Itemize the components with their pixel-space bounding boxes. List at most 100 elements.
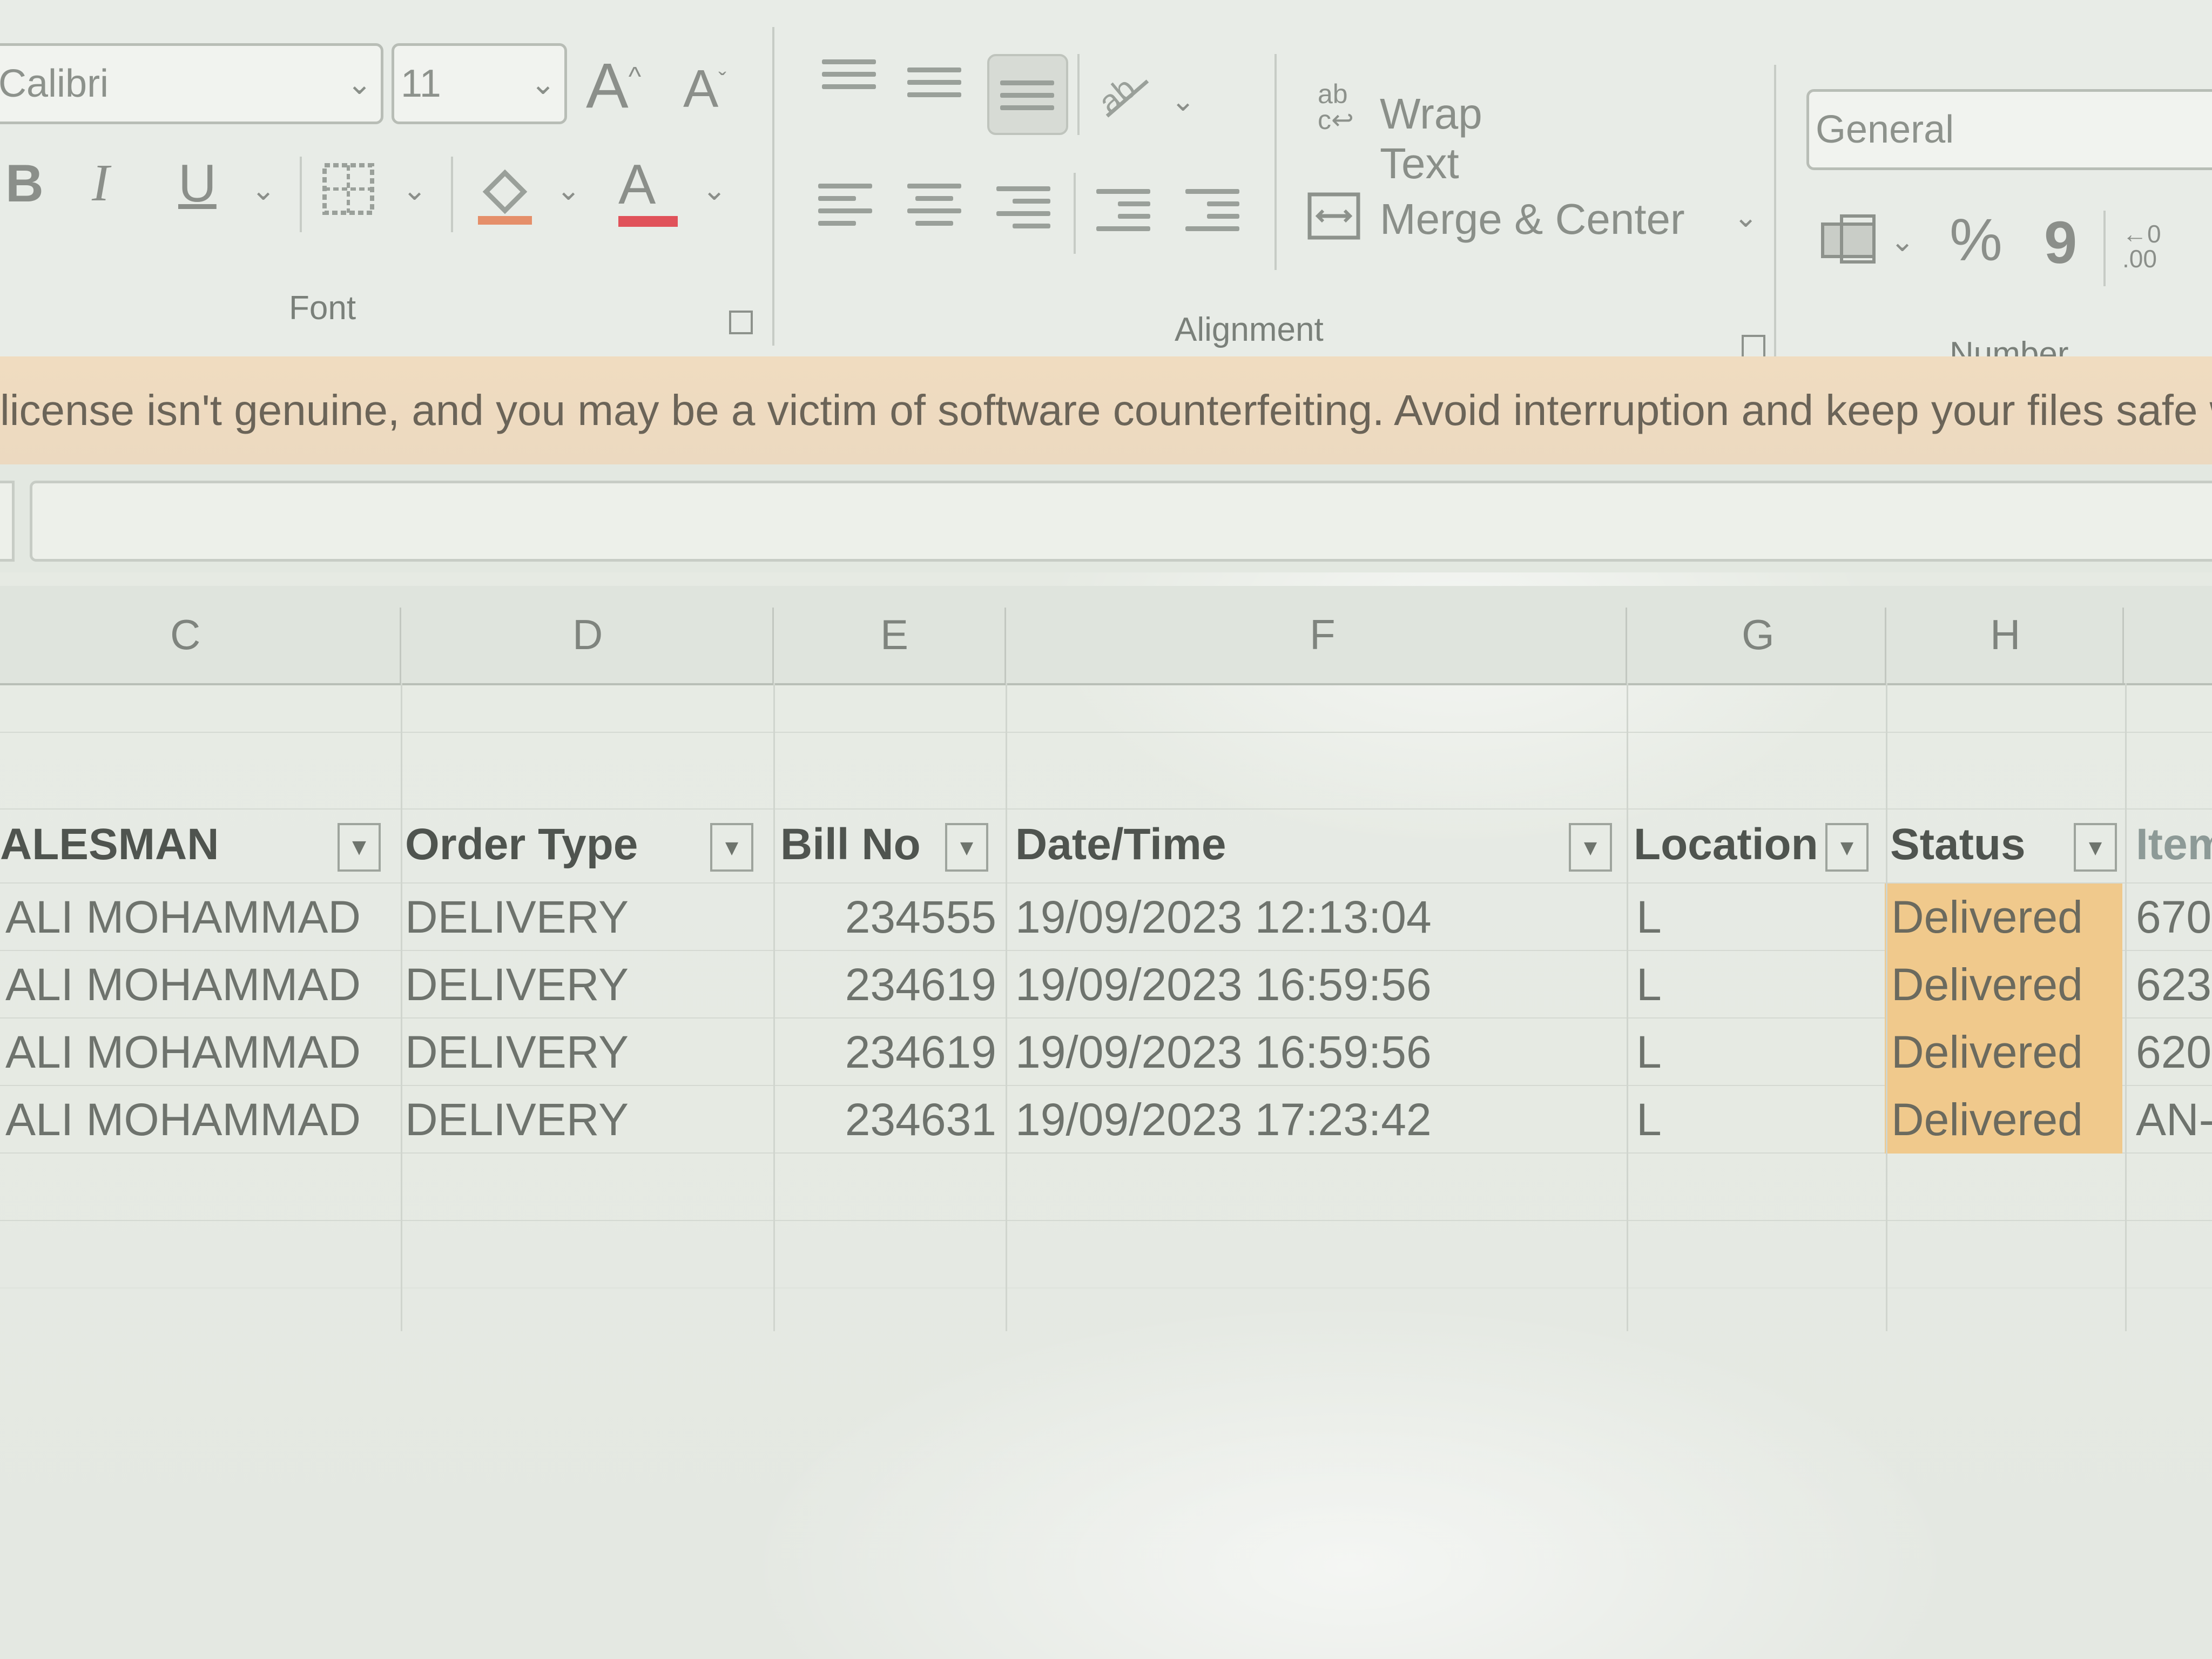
empty-row[interactable] [0,683,2212,733]
cell-bill-no[interactable]: 234631 [780,1086,996,1154]
cell-status[interactable]: Delivered [1885,1086,2122,1154]
chevron-down-icon[interactable]: ⌄ [251,173,275,207]
cell-order-type[interactable]: DELIVERY [405,884,772,951]
align-right-icon[interactable] [996,186,1050,230]
filter-dropdown-icon[interactable]: ▾ [2074,823,2117,872]
cell-bill-no[interactable]: 234555 [780,884,996,951]
filter-active-icon[interactable]: ▼ [338,823,381,872]
empty-row[interactable] [0,1221,2212,1289]
filter-dropdown-icon[interactable]: ▾ [1825,823,1869,872]
cell-location[interactable]: L [1636,1019,1890,1086]
column-header-f[interactable]: F [1310,586,1336,683]
cell-status[interactable]: Delivered [1885,951,2122,1019]
header-status-label: Status [1890,820,2026,869]
merge-center-button[interactable]: Merge & Center ⌄ [1307,184,1766,254]
cell-location[interactable]: L [1636,951,1890,1019]
increase-indent-icon[interactable] [1185,189,1239,232]
bottom-align-icon [1000,80,1054,124]
align-center-icon[interactable] [907,184,961,227]
column-header-h[interactable]: H [1990,586,2020,683]
header-order-type[interactable]: Order Type ▾ [405,810,772,880]
fill-color-button[interactable] [475,162,535,237]
chevron-down-icon[interactable]: ⌄ [1734,200,1758,234]
cell-bill-no[interactable]: 234619 [780,1019,996,1086]
cell-status[interactable]: Delivered [1885,1019,2122,1086]
cell-bill-no[interactable]: 234619 [780,951,996,1019]
cell-salesman[interactable]: ALI MOHAMMAD [5,884,405,951]
cell-order-type[interactable]: DELIVERY [405,1019,772,1086]
cell-item[interactable]: 620 [2136,1019,2212,1086]
cell-date-time[interactable]: 19/09/2023 16:59:56 [1015,1019,1623,1086]
empty-row[interactable] [0,733,2212,810]
align-left-icon[interactable] [818,184,872,227]
header-status[interactable]: Status ▾ [1890,810,2125,880]
filter-dropdown-icon[interactable]: ▾ [945,823,988,872]
column-header-e[interactable]: E [880,586,908,683]
cell-location[interactable]: L [1636,884,1890,951]
cell-item[interactable]: 623 [2136,951,2212,1019]
cell-date-time[interactable]: 19/09/2023 17:23:42 [1015,1086,1623,1154]
cell-order-type[interactable]: DELIVERY [405,1086,772,1154]
cell-item[interactable]: 670 [2136,884,2212,951]
cell-location[interactable]: L [1636,1086,1890,1154]
chevron-down-icon[interactable]: ⌄ [556,173,581,207]
empty-row[interactable] [0,1154,2212,1221]
dialog-launcher-icon[interactable] [1742,335,1765,359]
cell-status[interactable]: Delivered [1885,884,2122,951]
number-format-combo[interactable]: General [1806,89,2212,170]
name-box[interactable] [0,481,15,562]
header-bill-no[interactable]: Bill No ▾ [780,810,1004,880]
comma-style-button[interactable]: 9 [2044,213,2077,273]
cell-date-time[interactable]: 19/09/2023 16:59:56 [1015,951,1623,1019]
column-header-g[interactable]: G [1742,586,1775,683]
table-row[interactable]: ALI MOHAMMAD DELIVERY 234631 19/09/2023 … [0,1086,2212,1154]
cell-salesman[interactable]: ALI MOHAMMAD [5,1019,405,1086]
license-warning-bar: license isn't genuine, and you may be a … [0,356,2212,464]
column-header-bar: C D E F G H [0,586,2212,685]
filter-dropdown-icon[interactable]: ▾ [710,823,753,872]
borders-icon [322,163,374,215]
table-row[interactable]: ALI MOHAMMAD DELIVERY 234555 19/09/2023 … [0,884,2212,951]
accounting-format-button[interactable] [1820,213,1879,277]
column-header-d[interactable]: D [572,586,603,683]
top-align-icon[interactable] [822,59,876,103]
header-item[interactable]: Item [2136,810,2212,880]
cell-order-type[interactable]: DELIVERY [405,951,772,1019]
font-color-button[interactable]: A [618,157,678,227]
font-name-combo[interactable]: Calibri ⌄ [0,43,383,124]
table-row[interactable]: ALI MOHAMMAD DELIVERY 234619 19/09/2023 … [0,1019,2212,1086]
divider [1077,54,1080,135]
bold-button[interactable]: B [5,157,44,210]
alignment-group-label: Alignment [1175,311,1324,348]
orientation-button[interactable]: ab [1091,65,1156,133]
chevron-down-icon[interactable]: ⌄ [702,173,726,207]
header-salesman[interactable]: ALESMAN ▼ [0,810,400,880]
bottom-align-button[interactable] [987,54,1068,135]
chevron-down-icon[interactable]: ⌄ [1890,224,1914,258]
chevron-down-icon[interactable]: ⌄ [1171,84,1195,118]
underline-button[interactable]: U [178,157,217,210]
italic-button[interactable]: I [92,157,110,210]
percent-style-button[interactable]: % [1950,211,2002,270]
grow-font-button[interactable]: A^ [586,54,641,118]
font-size-combo[interactable]: 11 ⌄ [392,43,567,124]
cell-salesman[interactable]: ALI MOHAMMAD [5,1086,405,1154]
decrease-indent-icon[interactable] [1096,189,1150,232]
table-row[interactable]: ALI MOHAMMAD DELIVERY 234619 19/09/2023 … [0,951,2212,1019]
middle-align-icon[interactable] [907,68,961,111]
cell-date-time[interactable]: 19/09/2023 12:13:04 [1015,884,1623,951]
cell-item[interactable]: AN- [2136,1086,2212,1154]
font-group-label: Font [289,289,356,327]
increase-decimal-button[interactable]: ←0.00 [2122,221,2161,271]
shrink-font-button[interactable]: Aˇ [683,62,726,115]
header-date-time[interactable]: Date/Time ▾ [1015,810,1623,880]
chevron-down-icon[interactable]: ⌄ [402,173,427,207]
formula-input[interactable] [30,481,2212,562]
cell-salesman[interactable]: ALI MOHAMMAD [5,951,405,1019]
borders-button[interactable] [321,162,375,226]
column-header-c[interactable]: C [170,586,200,683]
dialog-launcher-icon[interactable] [729,311,753,334]
header-location[interactable]: Location ▾ [1634,810,1887,880]
filter-dropdown-icon[interactable]: ▾ [1569,823,1612,872]
currency-icon [1821,214,1876,264]
